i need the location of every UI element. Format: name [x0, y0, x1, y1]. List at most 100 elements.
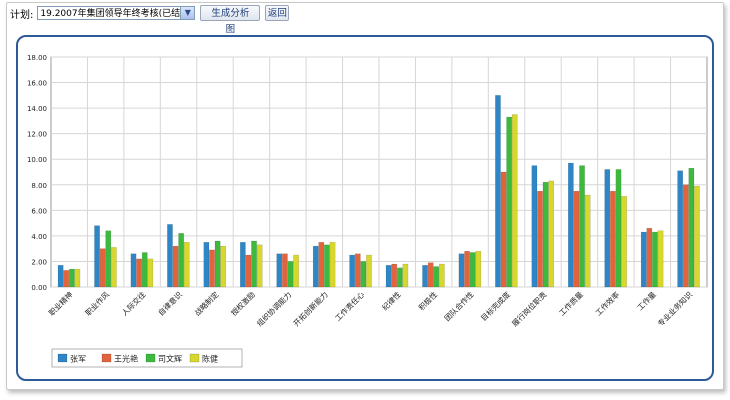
bar	[579, 165, 585, 288]
x-tick-label: 纪律性	[380, 289, 403, 312]
bar	[657, 230, 664, 288]
bar	[427, 262, 434, 288]
bar	[147, 258, 154, 288]
bar	[621, 196, 627, 288]
legend-label: 王光艳	[114, 354, 138, 364]
bar	[464, 251, 470, 288]
bar	[610, 190, 616, 288]
bar	[178, 233, 184, 288]
bar	[422, 265, 428, 288]
bar	[604, 169, 611, 288]
x-tick-label: 工作量	[635, 289, 658, 312]
bar	[214, 240, 221, 288]
bar	[74, 268, 81, 288]
legend-swatch	[57, 353, 68, 363]
bar	[99, 248, 106, 288]
x-tick-label: 职业精神	[46, 289, 74, 317]
bar	[240, 242, 246, 288]
bar	[256, 244, 263, 288]
bar	[469, 252, 476, 288]
x-tick-label: 积极性	[416, 289, 439, 312]
bar	[677, 170, 683, 288]
bar	[57, 265, 64, 288]
bar	[397, 267, 403, 288]
bar	[584, 194, 591, 288]
bar	[640, 231, 647, 288]
bar	[391, 263, 398, 288]
y-tick-label: 10.00	[27, 156, 47, 164]
bar	[282, 253, 288, 288]
back-button[interactable]: 返回	[265, 5, 290, 21]
chevron-down-icon[interactable]: ▼	[180, 7, 195, 19]
x-tick-label: 工作责任心	[333, 289, 367, 323]
bar	[183, 242, 190, 288]
y-tick-label: 14.00	[27, 105, 47, 113]
bar	[688, 167, 695, 288]
bar	[511, 114, 518, 288]
bar	[548, 180, 554, 288]
plan-select[interactable]: 19.2007年集团领导年终考核(已结束) ▼	[37, 6, 196, 20]
x-tick-label: 职业作风	[83, 289, 112, 318]
bar	[568, 162, 574, 288]
bar	[209, 249, 215, 288]
bar	[433, 266, 440, 288]
bar	[354, 253, 361, 288]
x-tick-label: 工作质量	[557, 289, 586, 318]
x-tick-label: 组织协调能力	[254, 289, 293, 328]
bar	[293, 254, 299, 288]
toolbar: 计划: 19.2007年集团领导年终考核(已结束) ▼ 生成分析图 返回	[10, 4, 290, 35]
bar	[251, 240, 257, 288]
bar	[167, 224, 173, 288]
y-tick-label: 18.00	[27, 54, 47, 62]
bar	[172, 245, 179, 288]
y-tick-label: 4.00	[31, 233, 47, 241]
bar	[203, 242, 210, 288]
bar	[506, 116, 512, 288]
generate-chart-button[interactable]: 生成分析图	[200, 5, 261, 35]
x-tick-label: 自律意识	[156, 289, 185, 318]
bar	[312, 245, 319, 288]
x-tick-label: 履行岗位职责	[510, 289, 549, 328]
bar	[136, 258, 142, 288]
chart-panel: 0.00 2.00 4.00 6.00 8.00 10.00 12.00 14.00 16.00…	[16, 35, 714, 381]
y-tick-label: 8.00	[31, 182, 47, 190]
x-tick-label: 工作效率	[593, 289, 622, 318]
bar	[652, 231, 658, 288]
x-tick-label: 人际交往	[119, 289, 148, 318]
y-tick-label: 12.00	[27, 131, 47, 139]
x-tick-label: 战略制定	[192, 289, 221, 318]
plan-select-value: 19.2007年集团领导年终考核(已结束)	[40, 9, 193, 19]
y-tick-label: 0.00	[31, 284, 47, 292]
bar	[94, 225, 100, 288]
bar	[141, 252, 148, 288]
bar	[402, 263, 409, 288]
bar	[318, 242, 325, 288]
bar	[615, 169, 622, 288]
bar	[537, 190, 543, 288]
x-tick-label: 目标完成度	[478, 289, 512, 323]
y-tick-label: 16.00	[27, 80, 47, 88]
bar	[458, 253, 465, 288]
bar	[439, 263, 445, 288]
bar	[475, 251, 482, 288]
bar	[366, 254, 372, 288]
bar	[495, 95, 501, 288]
bar	[245, 254, 252, 288]
x-tick-label: 专业业务知识	[655, 289, 694, 328]
bar-chart: 0.00 2.00 4.00 6.00 8.00 10.00 12.00 14.00 16.00…	[27, 54, 708, 368]
bar	[360, 261, 367, 288]
bar	[682, 184, 689, 288]
bar	[646, 228, 653, 288]
bar	[130, 253, 137, 288]
legend-label: 司文辉	[158, 354, 182, 364]
legend-label: 张军	[70, 355, 86, 364]
legend-label: 陈健	[202, 354, 218, 364]
bar	[500, 171, 507, 288]
y-tick-label: 2.00	[31, 258, 47, 266]
bar	[111, 247, 117, 288]
bar	[276, 253, 283, 288]
bar	[329, 242, 336, 288]
bar	[573, 190, 580, 288]
y-tick-label: 6.00	[31, 207, 47, 215]
bar	[542, 182, 549, 288]
